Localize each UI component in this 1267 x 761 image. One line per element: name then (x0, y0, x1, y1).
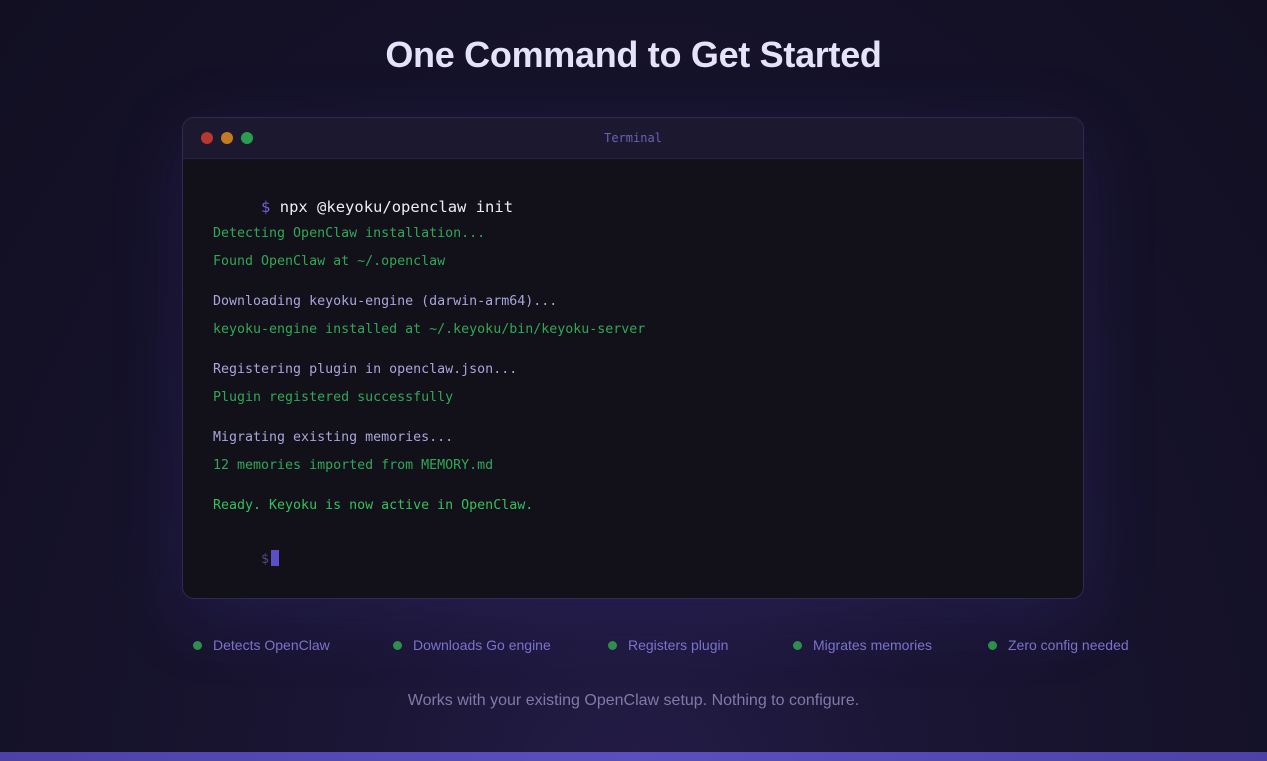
feature-label: Migrates memories (813, 637, 933, 653)
terminal-window: Terminal $ npx @keyoku/openclaw init Det… (182, 117, 1084, 599)
feature-label: Registers plugin (628, 637, 729, 653)
output-line: Plugin registered successfully (213, 390, 454, 405)
check-dot-icon (393, 640, 402, 650)
output-line: keyoku-engine installed at ~/.keyoku/bin… (213, 322, 646, 337)
bottom-accent-bar (0, 752, 1267, 761)
check-dot-icon (193, 640, 202, 650)
final-prompt-line[interactable]: $ (213, 535, 280, 582)
check-dot-icon (793, 640, 802, 650)
check-dot-icon (608, 640, 617, 650)
page-title: One Command to Get Started (385, 34, 882, 75)
feature-label: Detects OpenClaw (213, 637, 330, 653)
cursor-icon (271, 550, 280, 566)
output-line: Migrating existing memories... (213, 430, 454, 445)
terminal-titlebar: Terminal (183, 118, 1083, 159)
feature-item: Registers plugin (608, 637, 728, 653)
output-line: 12 memories imported from MEMORY.md (213, 458, 494, 473)
feature-list: Detects OpenClaw Downloads Go engine Reg… (0, 637, 1267, 657)
terminal-output: $ npx @keyoku/openclaw init Detecting Op… (183, 159, 1083, 598)
output-line: Downloading keyoku-engine (darwin-arm64)… (213, 294, 558, 309)
footer-note: Works with your existing OpenClaw setup.… (407, 692, 860, 709)
feature-label: Downloads Go engine (413, 637, 551, 653)
final-prompt-symbol: $ (261, 552, 270, 567)
output-line: Detecting OpenClaw installation... (213, 226, 486, 241)
feature-item: Downloads Go engine (393, 637, 551, 653)
feature-item: Zero config needed (988, 637, 1129, 653)
feature-label: Zero config needed (1008, 637, 1129, 653)
command-line: $ npx @keyoku/openclaw init (213, 183, 513, 231)
check-dot-icon (988, 640, 997, 650)
terminal-title: Terminal (604, 131, 662, 145)
output-line: Registering plugin in openclaw.json... (213, 362, 518, 377)
feature-item: Migrates memories (793, 637, 932, 653)
feature-item: Detects OpenClaw (193, 637, 330, 653)
output-line-ready: Ready. Keyoku is now active in OpenClaw. (213, 498, 534, 513)
output-line: Found OpenClaw at ~/.openclaw (213, 254, 446, 269)
prompt-symbol: $ (261, 198, 271, 216)
command-text: npx @keyoku/openclaw init (279, 198, 514, 216)
